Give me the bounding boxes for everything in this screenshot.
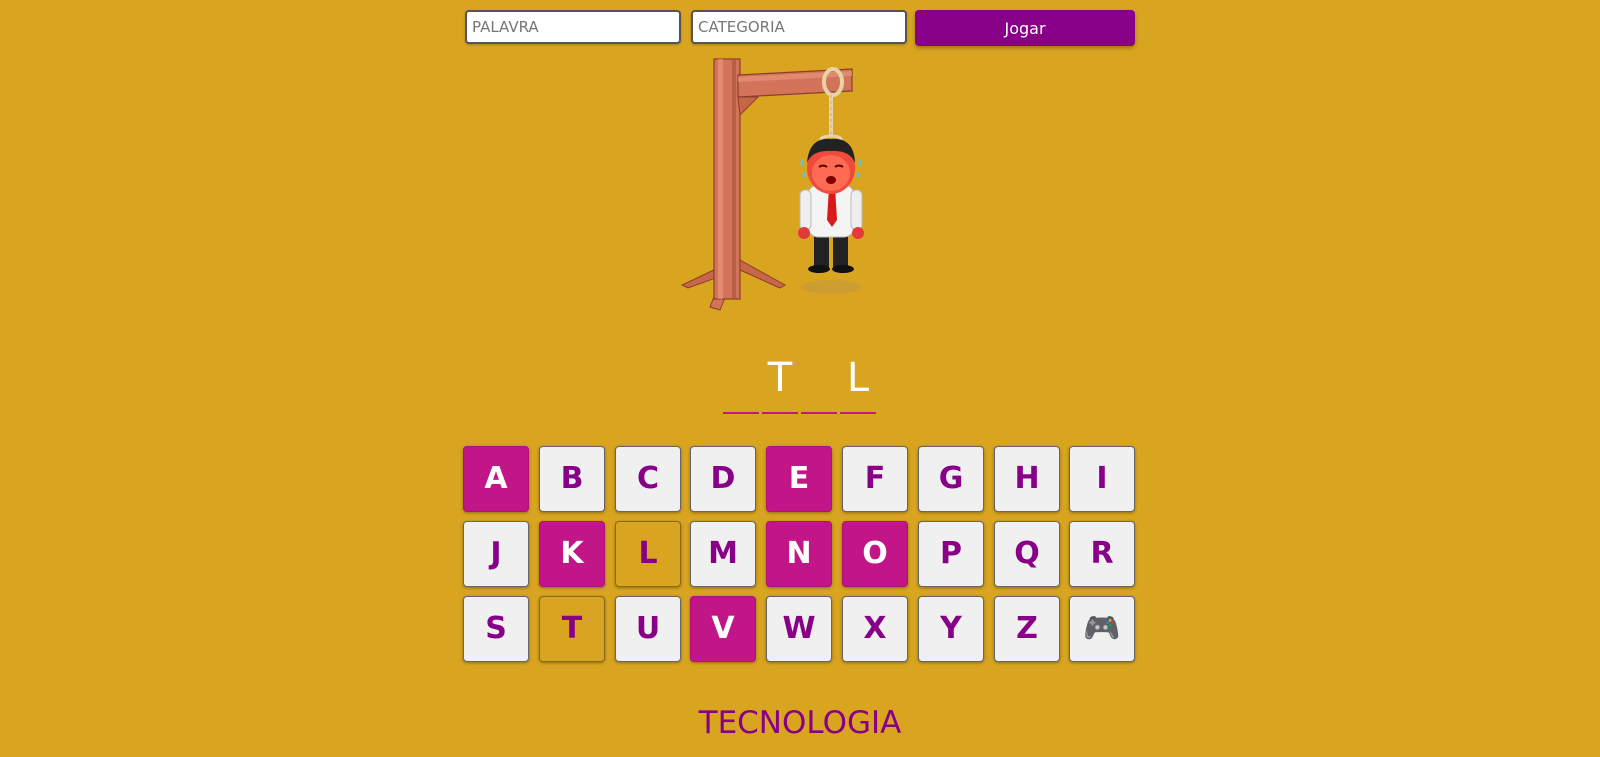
hangman-scene xyxy=(680,55,900,320)
word-input[interactable] xyxy=(465,10,681,44)
letter-slot: L xyxy=(840,356,876,414)
key-p[interactable]: P xyxy=(918,521,984,587)
key-f[interactable]: F xyxy=(842,446,908,512)
key-y[interactable]: Y xyxy=(918,596,984,662)
key-m[interactable]: M xyxy=(690,521,756,587)
letter-slot: T xyxy=(762,356,798,414)
hanged-man-icon xyxy=(798,138,864,294)
word-display: T L xyxy=(723,356,877,416)
key-e[interactable]: E xyxy=(766,446,832,512)
key-o[interactable]: O xyxy=(842,521,908,587)
key-c[interactable]: C xyxy=(615,446,681,512)
key-l[interactable]: L xyxy=(615,521,681,587)
new-game-button[interactable]: 🎮 xyxy=(1069,596,1135,662)
key-n[interactable]: N xyxy=(766,521,832,587)
letter-slot xyxy=(801,356,837,414)
key-s[interactable]: S xyxy=(463,596,529,662)
key-j[interactable]: J xyxy=(463,521,529,587)
play-button[interactable]: Jogar xyxy=(915,10,1135,46)
category-label: TECNOLOGIA xyxy=(698,705,902,741)
key-g[interactable]: G xyxy=(918,446,984,512)
gamepad-icon: 🎮 xyxy=(1083,611,1121,646)
key-d[interactable]: D xyxy=(690,446,756,512)
letter-slot xyxy=(723,356,759,414)
key-r[interactable]: R xyxy=(1069,521,1135,587)
key-k[interactable]: K xyxy=(539,521,605,587)
category-input[interactable] xyxy=(691,10,907,44)
key-u[interactable]: U xyxy=(615,596,681,662)
key-t[interactable]: T xyxy=(539,596,605,662)
key-b[interactable]: B xyxy=(539,446,605,512)
key-q[interactable]: Q xyxy=(994,521,1060,587)
key-x[interactable]: X xyxy=(842,596,908,662)
top-bar: Jogar xyxy=(465,10,1135,46)
key-z[interactable]: Z xyxy=(994,596,1060,662)
key-h[interactable]: H xyxy=(994,446,1060,512)
key-i[interactable]: I xyxy=(1069,446,1135,512)
letter-keyboard: A B C D E F G H I J K L M N O P Q R S T U V W X Y Z 🎮 xyxy=(463,446,1138,666)
key-v[interactable]: V xyxy=(690,596,756,662)
key-a[interactable]: A xyxy=(463,446,529,512)
key-w[interactable]: W xyxy=(766,596,832,662)
